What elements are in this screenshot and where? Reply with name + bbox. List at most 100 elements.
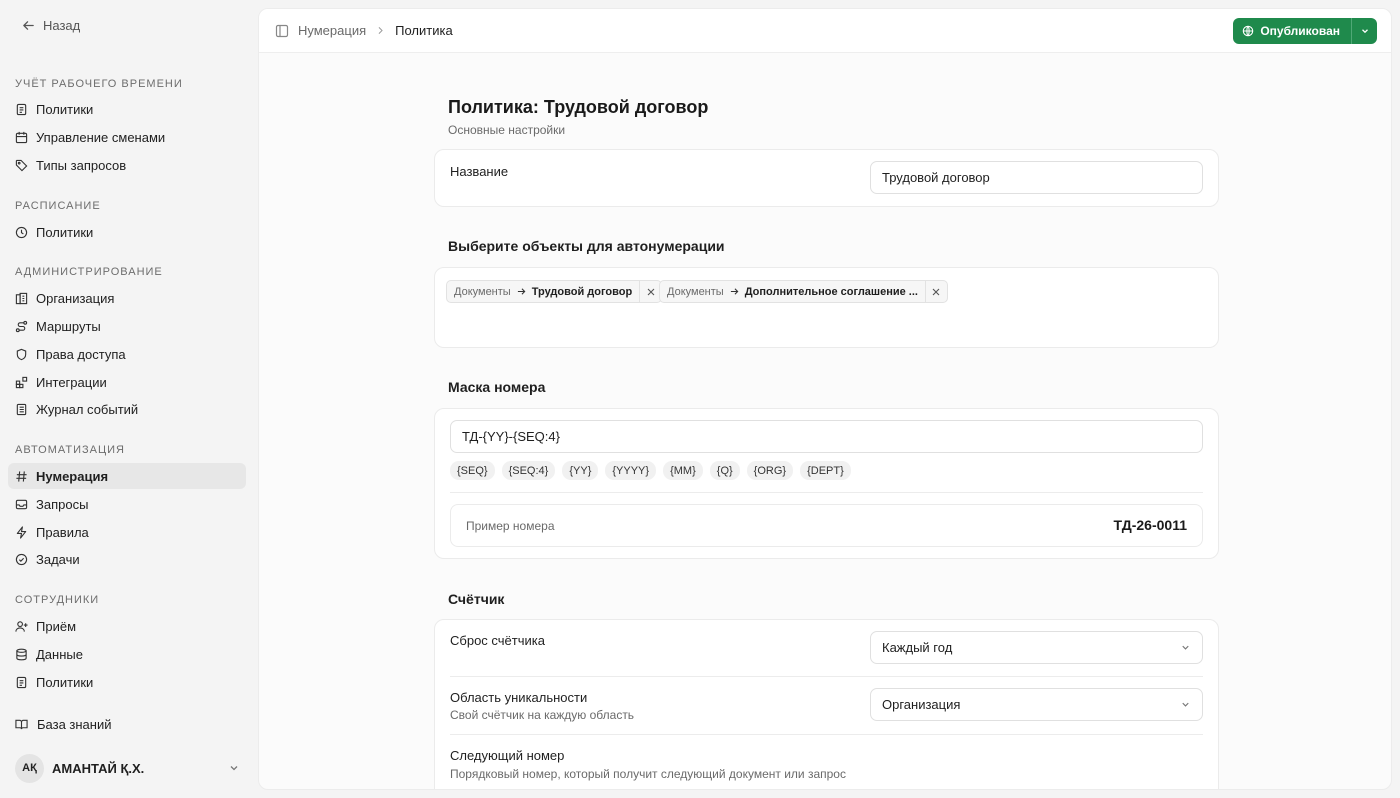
- sidebar-item-knowledge-base[interactable]: База знаний: [8, 711, 246, 737]
- sidebar-item-label: Политики: [36, 674, 94, 690]
- objects-card[interactable]: Документы Трудовой договор Документы Доп…: [434, 267, 1219, 348]
- tag-name: Дополнительное соглашение ...: [744, 285, 918, 298]
- sidebar-item-label: Данные: [36, 646, 83, 662]
- publish-label: Опубликован: [1260, 24, 1340, 38]
- token-chip[interactable]: {YY}: [562, 461, 599, 480]
- token-chip[interactable]: {DEPT}: [800, 461, 851, 480]
- sidebar-item-label: Права доступа: [36, 346, 126, 362]
- sidebar-item-label: Политики: [36, 101, 94, 117]
- section-title-employees: Сотрудники: [15, 594, 100, 606]
- example-value: ТД-26-0011: [1113, 517, 1187, 533]
- sidebar-item-label: База знаний: [37, 716, 112, 732]
- topbar: Нумерация Политика Опубликован: [259, 9, 1391, 53]
- sidebar-item-schedule-policies[interactable]: Политики: [8, 219, 246, 245]
- token-chip[interactable]: {MM}: [663, 461, 703, 480]
- avatar: АҚ: [15, 753, 44, 783]
- counter-section-title: Счётчик: [448, 591, 505, 607]
- counter-card: Сброс счётчика Каждый год Область уникал…: [434, 619, 1219, 789]
- log-icon: [16, 403, 27, 415]
- sidebar-item-employee-policies[interactable]: Политики: [8, 669, 246, 695]
- mask-tokens: {SEQ} {SEQ:4} {YY} {YYYY} {MM} {Q} {ORG}…: [450, 461, 851, 480]
- back-label: Назад: [43, 18, 81, 33]
- sidebar-item-integrations[interactable]: Интеграции: [8, 369, 246, 395]
- main-panel: Нумерация Политика Опубликован Политика:…: [258, 8, 1392, 790]
- token-chip[interactable]: {ORG}: [746, 461, 794, 480]
- sidebar-item-event-log[interactable]: Журнал событий: [8, 396, 246, 422]
- arrow-right-icon: [517, 287, 526, 296]
- tag-path: Документы: [454, 285, 511, 298]
- publish-dropdown-button[interactable]: [1351, 18, 1377, 44]
- object-tag: Документы Трудовой договор: [446, 280, 663, 303]
- remove-tag-button[interactable]: [639, 281, 661, 302]
- sidebar-item-access-rights[interactable]: Права доступа: [8, 341, 246, 367]
- token-chip[interactable]: {YYYY}: [605, 461, 657, 480]
- zap-icon: [16, 525, 27, 539]
- section-title-automation: Автоматизация: [15, 444, 125, 456]
- objects-section-title: Выберите объекты для автонумерации: [448, 238, 725, 254]
- sidebar-item-routes[interactable]: Маршруты: [8, 313, 246, 339]
- sidebar-item-label: Маршруты: [36, 318, 101, 334]
- file-icon: [16, 676, 27, 688]
- chevron-right-icon: [378, 27, 383, 34]
- sidebar-item-shifts[interactable]: Управление сменами: [8, 124, 246, 150]
- sidebar-item-requests[interactable]: Запросы: [8, 491, 246, 517]
- scope-value: Организация: [882, 697, 961, 712]
- example-label: Пример номера: [466, 519, 555, 533]
- tag-path: Документы: [667, 285, 724, 298]
- sidebar-item-label: Интеграции: [36, 374, 107, 390]
- sidebar-item-label: Запросы: [36, 496, 89, 512]
- sidebar-item-label: Правила: [36, 524, 89, 540]
- sidebar-item-label: Организация: [36, 290, 115, 306]
- globe-icon: [1243, 25, 1254, 37]
- arrow-left-icon: [23, 21, 34, 30]
- chevron-down-icon: [230, 766, 238, 771]
- sidebar-item-numbering[interactable]: Нумерация: [8, 463, 246, 489]
- close-icon: [933, 288, 940, 295]
- sidebar-item-tasks[interactable]: Задачи: [8, 546, 246, 572]
- sidebar-toggle-icon[interactable]: [275, 24, 289, 38]
- sidebar-item-label: Журнал событий: [36, 401, 139, 417]
- divider: [450, 734, 1203, 735]
- page-title: Политика: Трудовой договор: [448, 97, 709, 117]
- scope-select[interactable]: Организация: [870, 688, 1203, 721]
- chevron-down-icon: [1182, 645, 1189, 650]
- name-input[interactable]: Трудовой договор: [870, 161, 1203, 194]
- sidebar: Назад Учёт рабочего времени Политики Упр…: [0, 0, 256, 798]
- arrow-right-icon: [730, 287, 739, 296]
- reset-label: Сброс счётчика: [450, 633, 545, 648]
- token-chip[interactable]: {SEQ}: [450, 461, 495, 480]
- token-chip[interactable]: {Q}: [709, 461, 740, 480]
- remove-tag-button[interactable]: [924, 281, 947, 302]
- mask-input[interactable]: ТД-{YY}-{SEQ:4}: [450, 420, 1203, 453]
- back-button[interactable]: Назад: [22, 18, 80, 33]
- publish-button[interactable]: Опубликован: [1233, 18, 1351, 44]
- number-example: Пример номера ТД-26-0011: [450, 504, 1203, 547]
- page-subtitle: Основные настройки: [448, 123, 566, 137]
- sidebar-item-rules[interactable]: Правила: [8, 519, 246, 545]
- tag-icon: [15, 159, 28, 171]
- sidebar-item-request-types[interactable]: Типы запросов: [8, 152, 246, 178]
- publish-control: Опубликован: [1233, 18, 1377, 44]
- inbox-icon: [15, 499, 28, 509]
- section-title-admin: Администрирование: [15, 266, 163, 278]
- sidebar-item-data[interactable]: Данные: [8, 641, 246, 667]
- user-menu[interactable]: АҚ АМАНТАЙ Қ.Х.: [15, 753, 240, 783]
- breadcrumb-policy: Политика: [395, 23, 453, 38]
- token-chip[interactable]: {SEQ:4}: [501, 461, 556, 480]
- sidebar-item-label: Задачи: [36, 551, 80, 567]
- mask-section-title: Маска номера: [448, 379, 546, 395]
- file-icon: [16, 103, 27, 115]
- sidebar-item-time-policies[interactable]: Политики: [8, 96, 246, 122]
- section-title-schedule: Расписание: [15, 200, 101, 212]
- sidebar-item-organization[interactable]: Организация: [8, 285, 246, 311]
- tag-name: Трудовой договор: [531, 285, 633, 298]
- calendar-icon: [15, 131, 28, 143]
- route-icon: [15, 320, 28, 332]
- sidebar-item-onboarding[interactable]: Приём: [8, 613, 246, 639]
- sidebar-item-label: Типы запросов: [36, 157, 127, 173]
- divider: [450, 676, 1203, 677]
- breadcrumb-numbering[interactable]: Нумерация: [298, 23, 366, 38]
- next-number-hint: Порядковый номер, который получит следую…: [450, 767, 846, 781]
- reset-select[interactable]: Каждый год: [870, 631, 1203, 664]
- object-tag: Документы Дополнительное соглашение ...: [659, 280, 948, 303]
